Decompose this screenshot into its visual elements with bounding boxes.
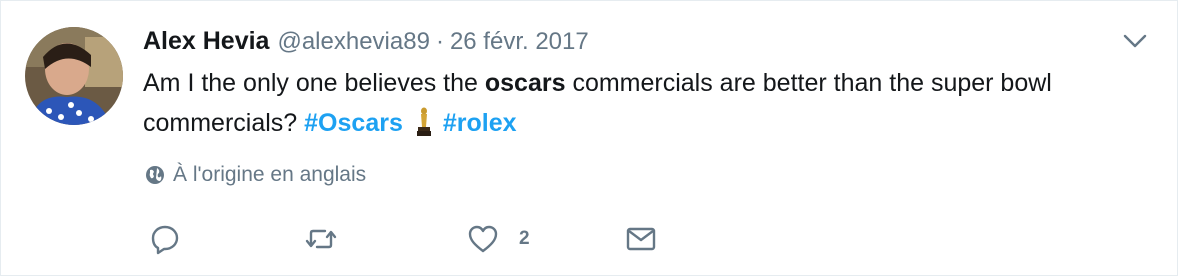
tweet-text-bold: oscars (484, 69, 566, 97)
avatar[interactable] (25, 27, 123, 125)
like-button[interactable]: 2 (467, 221, 530, 257)
tweet-header: Alex Hevia @alexhevia89 · 26 févr. 2017 (143, 27, 589, 59)
hashtag-oscars[interactable]: #Oscars (304, 109, 403, 137)
direct-message-button[interactable] (625, 221, 657, 257)
heart-icon (468, 225, 498, 253)
author-handle[interactable]: @alexhevia89 (277, 28, 429, 56)
envelope-icon (626, 227, 656, 251)
author-name[interactable]: Alex Hevia (143, 27, 269, 56)
translate-label: À l'origine en anglais (173, 163, 367, 186)
tweet-text: Am I the only one believes the oscars co… (143, 63, 1133, 143)
reply-button[interactable] (149, 221, 181, 257)
reply-icon (151, 225, 179, 255)
tweet-text-part1: Am I the only one believes the (143, 69, 485, 97)
tweet-card: Alex Hevia @alexhevia89 · 26 févr. 2017 … (0, 0, 1178, 276)
retweet-button[interactable] (305, 221, 337, 257)
separator: · (435, 28, 444, 55)
like-count: 2 (519, 228, 530, 249)
tweet-date[interactable]: 26 févr. 2017 (450, 28, 589, 56)
hashtag-rolex[interactable]: #rolex (443, 109, 517, 137)
translate-link[interactable]: À l'origine en anglais (145, 163, 366, 187)
trophy-emoji (411, 107, 437, 137)
chevron-down-icon[interactable] (1123, 33, 1147, 49)
globe-icon (145, 165, 165, 185)
retweet-icon (305, 229, 337, 249)
